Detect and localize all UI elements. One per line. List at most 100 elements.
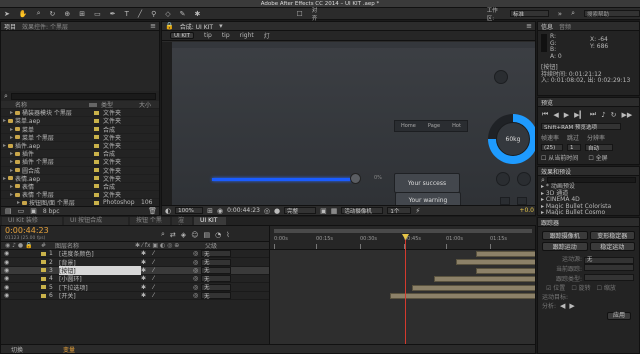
prev-frame-icon[interactable]: ◀ (553, 110, 558, 119)
selection-tool-icon[interactable]: ➤ (4, 10, 10, 18)
label-swatch[interactable] (94, 192, 99, 197)
skip-select[interactable]: 1 (567, 144, 581, 151)
layer-duration-bar[interactable] (412, 284, 535, 291)
parent-select[interactable]: 无 (201, 283, 231, 291)
from-current-checkbox[interactable]: ☐ 从当前时间 (541, 153, 578, 162)
interpret-footage-icon[interactable]: ▤ (5, 207, 12, 215)
rotation-checkbox[interactable]: ☐ 旋转 (571, 284, 590, 293)
frame-blend-icon[interactable]: ▤ (204, 230, 211, 239)
eye-icon[interactable]: ◉ (1, 259, 11, 266)
expand-arrow-icon[interactable]: ▸ (1, 175, 8, 182)
parent-select[interactable]: 无 (201, 266, 231, 274)
layer-duration-bar[interactable] (476, 267, 535, 274)
pen-tool-icon[interactable]: ✒ (110, 10, 116, 18)
layer-switch-icon[interactable]: ✱ (141, 284, 153, 291)
layer-duration-bar[interactable] (434, 276, 535, 283)
eye-icon[interactable]: ◉ (1, 284, 11, 291)
expand-arrow-icon[interactable]: ▸ (1, 150, 15, 157)
layer-label-swatch[interactable] (41, 251, 46, 256)
time-ruler[interactable]: 0:00s 00:15s 00:30s 00:45s 01:00s 01:15s (269, 226, 535, 250)
breadcrumb-item[interactable]: 灯 (264, 31, 270, 40)
resolution-select[interactable]: 自动 (585, 144, 613, 152)
layer-switch-icon[interactable]: ⁄ (153, 259, 193, 266)
track-camera-button[interactable]: 跟踪摄像机 (542, 231, 588, 240)
layer-label-swatch[interactable] (41, 293, 46, 298)
timeline-tab[interactable]: UI Kit 装修 (2, 217, 62, 225)
playhead[interactable] (405, 234, 406, 346)
ram-preview-select[interactable]: Shift+RAM 预览选项 (541, 123, 621, 131)
expand-arrow-icon[interactable]: ▸ (1, 117, 8, 124)
timeline-tab[interactable]: 按钮 个黑层 (130, 217, 170, 232)
layer-label-swatch[interactable] (41, 276, 46, 281)
work-area-bar[interactable] (274, 229, 532, 233)
rectangle-tool-icon[interactable]: ▭ (94, 10, 101, 18)
expand-arrow-icon[interactable]: ▸ (1, 109, 15, 116)
timeline-timecode[interactable]: 0:00:44:23 (5, 226, 49, 235)
label-swatch[interactable] (94, 127, 99, 132)
expand-arrow-icon[interactable]: ▸ (1, 158, 15, 165)
layer-switch-icon[interactable]: ✱ (141, 259, 153, 266)
parent-select[interactable]: 无 (201, 250, 231, 258)
timeline-tab[interactable]: UI 按钮合成 (64, 217, 128, 225)
parent-select[interactable]: 无 (201, 292, 231, 300)
effects-category[interactable]: ▸ Magic Bullet Cosmo (541, 209, 639, 215)
label-swatch[interactable] (94, 118, 99, 123)
eraser-tool-icon[interactable]: ◇ (165, 10, 170, 18)
label-swatch[interactable] (94, 176, 99, 181)
eye-icon[interactable]: ◉ (1, 267, 11, 274)
new-folder-icon[interactable]: ▭ (18, 207, 25, 215)
always-preview-icon[interactable]: ◐ (165, 207, 171, 215)
layer-label-swatch[interactable] (41, 260, 46, 265)
snapshot-icon[interactable]: ◎ (264, 207, 270, 215)
breadcrumb-item[interactable]: tip (204, 32, 212, 39)
layer-switch-icon[interactable]: ⁄ (153, 284, 193, 291)
search-help-input[interactable]: 搜索帮助 (584, 10, 640, 18)
timeline-tab[interactable]: 渲染 (172, 217, 192, 232)
panel-menu-icon[interactable]: ≡ (526, 22, 532, 30)
workspace-select[interactable]: 标准 (510, 10, 549, 18)
camera-tool-icon[interactable]: ⊕ (64, 10, 70, 18)
motion-source-select[interactable]: 无 (583, 257, 634, 264)
toggle-switches-label[interactable]: 切换 (11, 345, 23, 354)
text-tool-icon[interactable]: T (125, 10, 129, 18)
breadcrumb-item[interactable]: UI KIT (170, 32, 194, 39)
tab-effects[interactable]: 效果和预设 (541, 167, 571, 176)
exposure-value[interactable]: +0.0 (519, 207, 534, 214)
draft-3d-icon[interactable]: ◈ (181, 230, 186, 239)
delete-icon[interactable]: 🗑 (148, 207, 157, 215)
timeline-tab[interactable]: UI KIT (194, 217, 226, 225)
zoom-select[interactable]: 100% (175, 207, 204, 214)
layer-switch-icon[interactable]: ✱ (141, 250, 153, 257)
track-area[interactable] (269, 250, 535, 346)
label-swatch[interactable] (94, 135, 99, 140)
color-icon[interactable]: ● (274, 207, 280, 215)
parent-pick-icon[interactable]: ◎ (193, 267, 201, 274)
layer-duration-bar[interactable] (476, 251, 535, 257)
play-icon[interactable]: ▶ (564, 110, 569, 119)
expand-arrow-icon[interactable]: ▸ (1, 183, 15, 190)
fast-preview-icon[interactable]: ⚡ (415, 207, 420, 215)
expand-arrow-icon[interactable]: ▸ (1, 191, 15, 198)
track-type-select[interactable] (583, 274, 634, 281)
layer-switch-icon[interactable]: ⁄ (153, 267, 193, 274)
parent-pick-icon[interactable]: ◎ (193, 250, 201, 257)
camera-select[interactable]: 活动摄像机 (341, 207, 384, 215)
grid-icon[interactable]: ⊞ (207, 207, 213, 215)
project-search-input[interactable] (10, 92, 156, 100)
quality-select[interactable]: 完整 (284, 207, 317, 215)
search-icon[interactable]: ⌕ (161, 230, 165, 239)
checkbox-box[interactable] (517, 197, 527, 205)
roto-tool-icon[interactable]: ✎ (180, 10, 186, 18)
toggle-round[interactable] (496, 172, 510, 186)
layer-switch-icon[interactable]: ⁄ (153, 250, 193, 257)
comp-mini-flowchart-icon[interactable]: ⇄ (170, 230, 176, 239)
layer-label-swatch[interactable] (41, 268, 46, 273)
next-frame-icon[interactable]: ▶▎ (574, 110, 585, 119)
progress-slider-knob[interactable] (350, 173, 361, 184)
eye-icon[interactable]: ◉ (1, 250, 11, 257)
position-checkbox[interactable]: ☑ 位置 (546, 284, 565, 293)
parent-pick-icon[interactable]: ◎ (193, 259, 201, 266)
parent-pick-icon[interactable]: ◎ (193, 284, 201, 291)
parent-pick-icon[interactable]: ◎ (193, 275, 201, 282)
label-swatch[interactable] (94, 159, 99, 164)
